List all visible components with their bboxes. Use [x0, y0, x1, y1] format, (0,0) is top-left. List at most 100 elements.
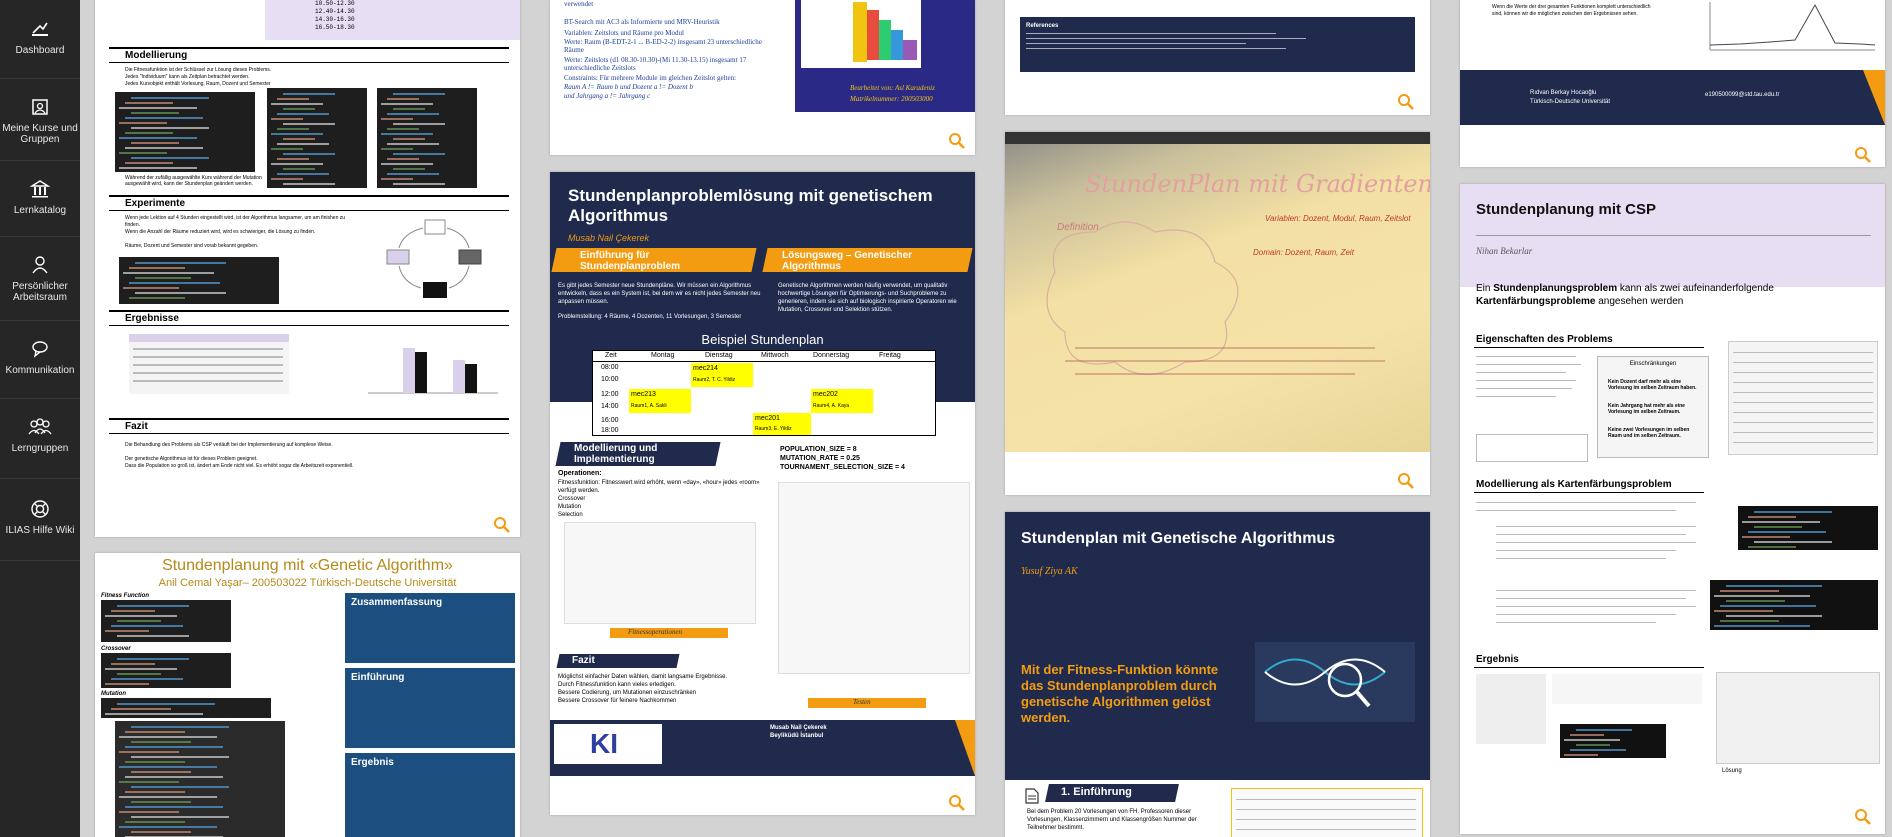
- code-screenshot: [115, 92, 255, 172]
- sidebar-item-communication[interactable]: Kommunikation: [0, 338, 80, 376]
- divider: [1476, 235, 1871, 236]
- timetable-snippet: 10.50-12.30 12.40-14.30 14.30-16.30 16.5…: [315, 0, 505, 32]
- poster-footer: Rıdvan Berkay Hocaoğlu Türkisch-Deutsche…: [1460, 70, 1885, 125]
- magnify-icon[interactable]: [1854, 808, 1872, 826]
- column-header: Mittwoch: [761, 352, 789, 359]
- code-line: [381, 133, 433, 135]
- code-line: [125, 806, 223, 808]
- column-header: Zeit: [605, 352, 617, 359]
- code-line: [123, 287, 179, 289]
- code-line: [119, 137, 197, 139]
- code-line: [129, 282, 220, 284]
- code-line: [283, 108, 315, 110]
- magnify-icon[interactable]: [948, 794, 966, 812]
- code-line: [119, 811, 179, 813]
- poster-card-csp[interactable]: Stundenplanung mit CSP Nihan Bekarlar Ei…: [1460, 184, 1885, 834]
- code-line: [1570, 749, 1626, 751]
- sidebar-item-dashboard[interactable]: Dashboard: [0, 18, 80, 56]
- ops-text: Fitnessfunktion: Fitnesswert wird erhöht…: [558, 480, 760, 494]
- sidebar-label: Lerngruppen: [11, 443, 69, 454]
- communication-icon: [32, 341, 48, 358]
- poster-title: Stundenplan mit Genetische Algorithmus: [1021, 530, 1336, 547]
- magnify-icon[interactable]: [493, 516, 511, 534]
- code-line: [105, 668, 177, 670]
- intro-text: Ein Stundenplanungsproblem kann als zwei…: [1476, 282, 1876, 308]
- code-line: [277, 143, 329, 145]
- code-line: [125, 761, 185, 763]
- box-title: Zusammenfassung: [351, 597, 443, 608]
- sidebar-label: Kommunikation: [5, 365, 75, 376]
- code-line: [387, 98, 419, 100]
- course-code: mec213: [631, 391, 656, 398]
- magnify-icon[interactable]: [1397, 472, 1415, 490]
- divider: [109, 62, 509, 63]
- groups-icon: [28, 418, 52, 435]
- references-title: References: [1026, 23, 1059, 29]
- magnify-icon[interactable]: [1397, 93, 1415, 111]
- corner-accent: [955, 720, 975, 776]
- code-line: [283, 93, 335, 95]
- ops-text: Mutation: [558, 504, 582, 510]
- logo-box: KI: [554, 724, 662, 764]
- intro-part: kann als zwei aufeinanderfolgende: [1617, 283, 1774, 294]
- magnify-icon[interactable]: [948, 132, 966, 150]
- divider: [1474, 347, 1704, 348]
- poster-card-bt-search[interactable]: verwendet BT-Search mit AC3 als Informie…: [550, 0, 975, 155]
- time-cell: 10:00: [601, 376, 619, 383]
- poster-author: Bearbeitet von: Asl Karadeniz: [850, 84, 935, 92]
- dna-magnifier-illustration: [1255, 642, 1415, 722]
- data-table: [1231, 788, 1423, 837]
- handwritten-note: Variablen: Dozent, Modul, Raum, Zeitslot: [1265, 214, 1411, 223]
- code-line: [131, 741, 191, 743]
- footer-email: e190500099@std.tau.edu.tr: [1705, 92, 1780, 98]
- student-id: Matrikelnummer: 200503000: [850, 95, 933, 103]
- courses-icon: [32, 99, 48, 115]
- code-line: [1576, 729, 1632, 731]
- code-line: [1714, 595, 1811, 597]
- mini-table: [1476, 434, 1588, 462]
- code-line: [1742, 536, 1790, 538]
- poster-card-genetic-algorithm[interactable]: Stundenplanung mit «Genetic Algorithm» A…: [95, 553, 520, 837]
- poster-card-ga-experiments[interactable]: 10.50-12.30 12.40-14.30 14.30-16.30 16.5…: [95, 0, 520, 537]
- poster-card-references[interactable]: References: [1005, 0, 1430, 115]
- code-line: [119, 796, 217, 798]
- sidebar-item-catalog[interactable]: Lernkatalog: [0, 178, 80, 216]
- sidebar-item-courses[interactable]: Meine Kurse und Gruppen: [0, 96, 80, 145]
- code-line: [119, 751, 179, 753]
- schedule-entry: mec213 Raum1, A. Sakli: [629, 389, 691, 413]
- poster-card-genetic-algorithmus[interactable]: Stundenplan mit Genetische Algorithmus Y…: [1005, 512, 1430, 837]
- code-line: [105, 713, 203, 715]
- poster-card-genetic-timetable[interactable]: Stundenplanproblemlösung mit genetischem…: [550, 172, 975, 815]
- sidebar-divider: [0, 560, 80, 561]
- poster-text: BT-Search mit AC3 als Informierte und MR…: [564, 18, 720, 26]
- code-line: [393, 123, 445, 125]
- contact-location: Beyliküdü İstanbul: [770, 733, 824, 739]
- magnify-icon[interactable]: [1854, 146, 1872, 164]
- code-line: [387, 128, 419, 130]
- code-line: [1564, 754, 1599, 756]
- table-row: 16.50-18.30: [315, 24, 355, 31]
- code-line: [1570, 734, 1605, 736]
- footer-name: Rıdvan Berkay Hocaoğlu: [1530, 90, 1597, 96]
- code-line: [105, 615, 177, 617]
- code-line: [277, 173, 329, 175]
- divider: [109, 418, 509, 420]
- sidebar-item-workspace[interactable]: Persönlicher Arbeitsraum: [0, 254, 80, 303]
- poster-text: und Jahrgang a != Jahrgang c: [564, 92, 651, 100]
- code-line: [131, 756, 229, 758]
- sidebar-item-groups[interactable]: Lerngruppen: [0, 416, 80, 454]
- sidebar-label: Meine Kurse und Gruppen: [2, 123, 78, 145]
- column-header: Dienstag: [705, 352, 733, 359]
- code-line: [135, 292, 226, 294]
- poster-card-handwritten[interactable]: StundenPlan mit Gradientensuche Variable…: [1005, 132, 1430, 495]
- bullet: Wenn die Werte der drei gesamten Funktio…: [1492, 4, 1651, 17]
- code-line: [119, 766, 217, 768]
- code-line: [131, 157, 209, 159]
- problem-text: Problemstellung: 4 Räume, 4 Dozenten, 11…: [558, 314, 742, 320]
- box-title: Einführung: [351, 672, 405, 683]
- lecture-table: [1728, 341, 1878, 455]
- poster-card-results-chart[interactable]: Wenn die Werte der drei gesamten Funktio…: [1460, 0, 1885, 167]
- sidebar-item-help[interactable]: ILIAS Hilfe Wiki: [0, 498, 80, 536]
- code-line: [277, 113, 329, 115]
- result-label: Lösung: [1722, 768, 1742, 774]
